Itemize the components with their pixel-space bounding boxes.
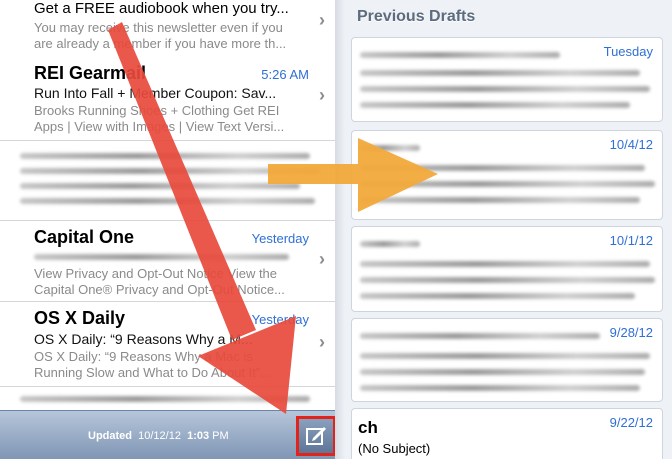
redacted-text (20, 168, 320, 174)
message-preview: Brooks Running Shoes + Clothing Get REI (34, 103, 280, 118)
redacted-text (360, 261, 650, 267)
message-preview: Running Slow and What to Do About It”... (34, 365, 272, 380)
redacted-text (360, 293, 635, 299)
pane-divider (335, 0, 345, 459)
message-preview: are already a member if you have more th… (34, 36, 287, 51)
updated-date: 10/12/12 (138, 430, 181, 442)
message-subject: Run Into Fall + Member Coupon: Sav... (34, 85, 277, 101)
redacted-text (360, 52, 560, 58)
drafts-pane: Previous Drafts Tuesday 10/4/12 10/1/12 … (345, 0, 672, 459)
chevron-right-icon: › (319, 332, 325, 352)
drafts-title: Previous Drafts (357, 8, 476, 25)
updated-status: Updated 10/12/12 1:03 PM (88, 430, 229, 442)
message-row[interactable]: OS X Daily Yesterday OS X Daily: “9 Reas… (0, 302, 335, 387)
redacted-text (360, 333, 600, 339)
draft-date: 10/1/12 (609, 233, 653, 248)
message-sender: Get a FREE audiobook when you try... (34, 0, 289, 17)
redacted-text (20, 153, 310, 159)
draft-date: Tuesday (603, 44, 653, 59)
draft-date: 9/28/12 (609, 325, 653, 340)
message-sender: Capital One (34, 227, 135, 247)
message-sender: OS X Daily (34, 308, 126, 328)
updated-ampm: PM (212, 430, 229, 442)
redacted-text (360, 241, 420, 247)
redacted-text (360, 181, 655, 187)
redacted-text (360, 369, 645, 375)
draft-item[interactable]: 9/22/12 ch (No Subject) (351, 408, 663, 459)
draft-item[interactable]: 9/28/12 (351, 318, 663, 402)
message-preview: OS X Daily: “9 Reasons Why a Mac is (34, 349, 253, 364)
redacted-text (360, 145, 420, 151)
draft-item[interactable]: 10/1/12 (351, 226, 663, 312)
message-row-redacted[interactable] (0, 387, 335, 411)
message-sender: REI Gearmail (34, 63, 147, 83)
message-preview: Capital One® Privacy and Opt-Out Notice.… (34, 282, 285, 297)
chevron-right-icon: › (319, 10, 325, 30)
message-row-redacted[interactable] (0, 141, 335, 221)
updated-time: 1:03 (187, 430, 210, 442)
redacted-text (360, 70, 640, 76)
message-subject: OS X Daily: “9 Reasons Why a M... (34, 331, 253, 347)
draft-subject: (No Subject) (358, 441, 431, 456)
draft-item[interactable]: Tuesday (351, 37, 663, 122)
redacted-text (20, 396, 310, 402)
mailbox-pane: Get a FREE audiobook when you try... You… (0, 0, 335, 459)
message-preview: Apps | View with Images | View Text Vers… (34, 119, 285, 134)
message-time: Yesterday (251, 231, 309, 246)
draft-item[interactable]: 10/4/12 (351, 130, 663, 220)
message-row[interactable]: Capital One Yesterday View Privacy and O… (0, 221, 335, 302)
compose-button[interactable] (296, 416, 335, 456)
message-time: Yesterday (251, 312, 309, 327)
redacted-text (360, 277, 655, 283)
redacted-text (20, 198, 315, 204)
message-time: 5:26 AM (261, 67, 309, 82)
redacted-text (360, 102, 630, 108)
message-preview: View Privacy and Opt-Out Notice View the (34, 266, 278, 281)
redacted-text (360, 86, 650, 92)
updated-label: Updated (88, 430, 132, 442)
message-preview: You may receive this newsletter even if … (34, 20, 283, 35)
redacted-text (20, 183, 300, 189)
draft-date: 10/4/12 (609, 137, 653, 152)
compose-icon (306, 427, 326, 445)
redacted-text (360, 165, 645, 171)
message-row[interactable]: Get a FREE audiobook when you try... You… (0, 0, 335, 58)
message-row[interactable]: REI Gearmail 5:26 AM Run Into Fall + Mem… (0, 57, 335, 141)
draft-date: 9/22/12 (609, 415, 653, 430)
mailbox-toolbar: Updated 10/12/12 1:03 PM (0, 410, 335, 459)
draft-sender: ch (358, 418, 378, 437)
redacted-text (360, 197, 640, 203)
chevron-right-icon: › (319, 249, 325, 269)
redacted-text (34, 254, 289, 260)
redacted-text (360, 353, 650, 359)
redacted-text (360, 385, 640, 391)
chevron-right-icon: › (319, 85, 325, 105)
